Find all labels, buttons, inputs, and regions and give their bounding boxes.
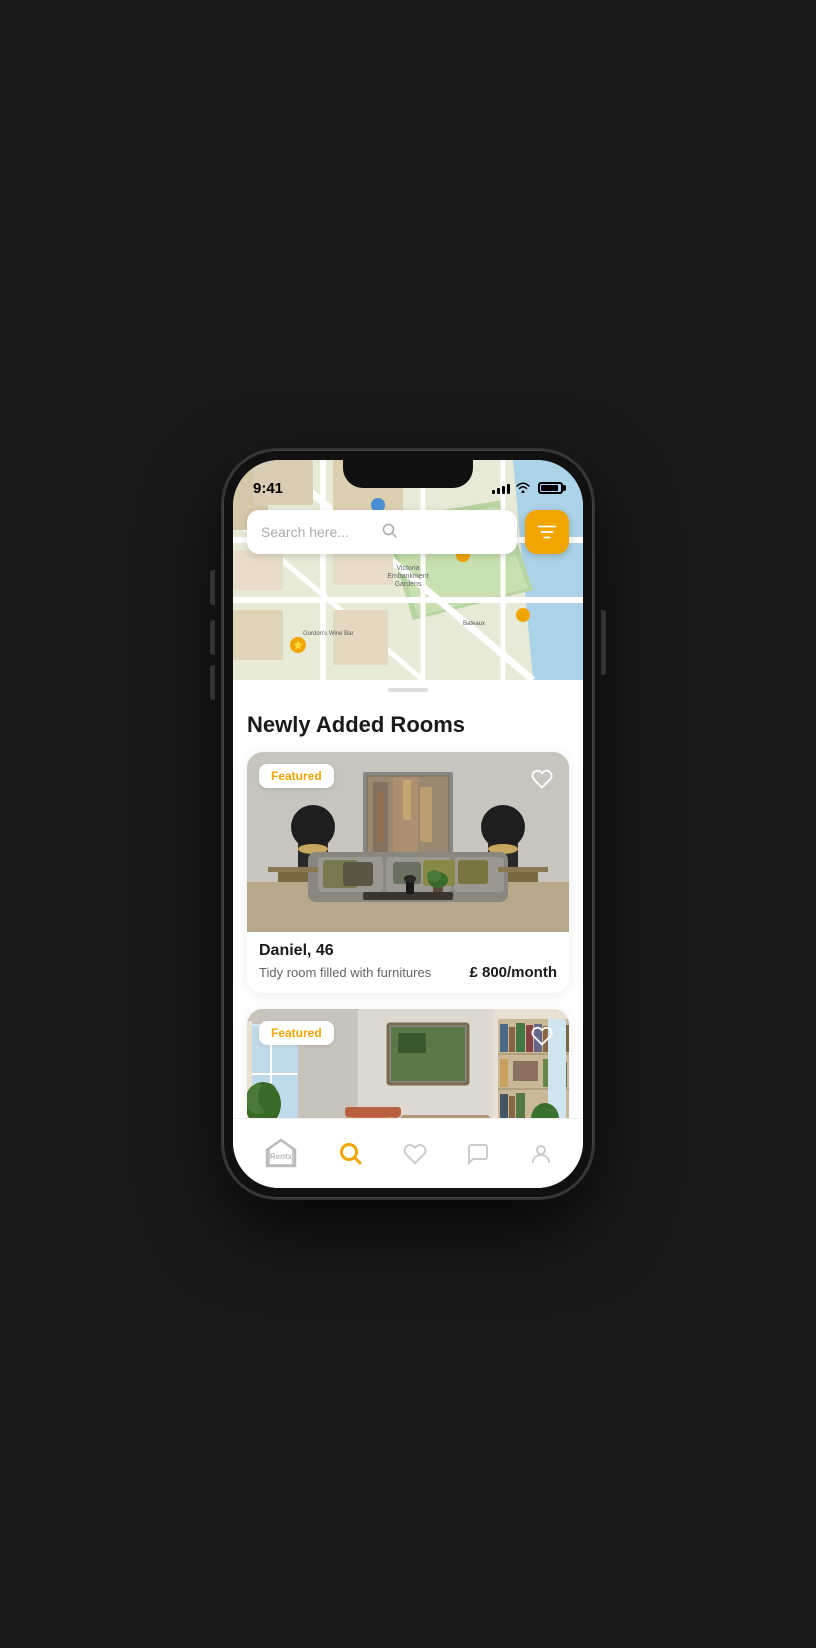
- nav-item-profile[interactable]: [517, 1134, 565, 1174]
- status-time: 9:41: [253, 480, 283, 497]
- nav-item-favorites[interactable]: [391, 1134, 439, 1174]
- messages-nav-icon: [466, 1142, 490, 1166]
- card-bottom-1: Tidy room filled with furnitures £ 800/m…: [259, 964, 557, 981]
- filter-button[interactable]: [525, 510, 569, 554]
- content-scroll[interactable]: ⭐ Victoria Embankment Gardens Gordon's W…: [233, 460, 583, 1118]
- svg-text:Embankment: Embankment: [387, 573, 428, 580]
- notch: [343, 460, 473, 488]
- svg-text:Victoria: Victoria: [396, 565, 419, 572]
- search-placeholder: Search here...: [261, 524, 382, 540]
- svg-text:⭐: ⭐: [293, 640, 303, 650]
- main-content: Newly Added Rooms: [233, 712, 583, 1118]
- profile-nav-icon: [529, 1142, 553, 1166]
- search-input-wrap[interactable]: Search here...: [247, 510, 517, 554]
- card-price-1: £ 800/month: [469, 964, 557, 981]
- wifi-icon: [515, 481, 531, 496]
- phone-frame: 9:41: [223, 450, 593, 1198]
- filter-icon: [536, 521, 558, 543]
- featured-badge-1: Featured: [259, 764, 334, 788]
- room-card-2[interactable]: Featured: [247, 1009, 569, 1118]
- bottom-nav: Rentx: [233, 1118, 583, 1188]
- svg-text:Bateaux: Bateaux: [463, 621, 485, 627]
- featured-badge-2: Featured: [259, 1021, 334, 1045]
- card-image-2: Featured: [247, 1009, 569, 1118]
- phone-screen: 9:41: [233, 460, 583, 1188]
- svg-text:Rentx: Rentx: [269, 1152, 292, 1161]
- card-info-1: Daniel, 46 Tidy room filled with furnitu…: [247, 932, 569, 993]
- favorites-nav-icon: [403, 1142, 427, 1166]
- heart-button-1[interactable]: [525, 762, 559, 796]
- search-bar: Search here...: [247, 510, 569, 554]
- card-name-1: Daniel, 46: [259, 942, 557, 960]
- scroll-pill: [388, 688, 428, 692]
- status-icons: [492, 481, 563, 496]
- scroll-indicator: [233, 680, 583, 700]
- battery-icon: [538, 482, 563, 494]
- heart-button-2[interactable]: [525, 1019, 559, 1053]
- search-icon: [382, 523, 503, 542]
- card-desc-1: Tidy room filled with furnitures: [259, 965, 431, 980]
- room-card-1[interactable]: Featured Daniel, 46 Tidy room filled wit…: [247, 752, 569, 993]
- nav-item-search[interactable]: [326, 1133, 376, 1175]
- section-title: Newly Added Rooms: [247, 712, 569, 738]
- svg-text:Gordon's Wine Bar: Gordon's Wine Bar: [303, 631, 354, 637]
- card-image-1: Featured: [247, 752, 569, 932]
- home-logo-icon: Rentx: [263, 1136, 299, 1172]
- nav-item-home[interactable]: Rentx: [251, 1128, 311, 1180]
- nav-item-messages[interactable]: [454, 1134, 502, 1174]
- search-nav-icon: [338, 1141, 364, 1167]
- svg-text:Gardens: Gardens: [395, 581, 422, 588]
- signal-icon: [492, 482, 510, 494]
